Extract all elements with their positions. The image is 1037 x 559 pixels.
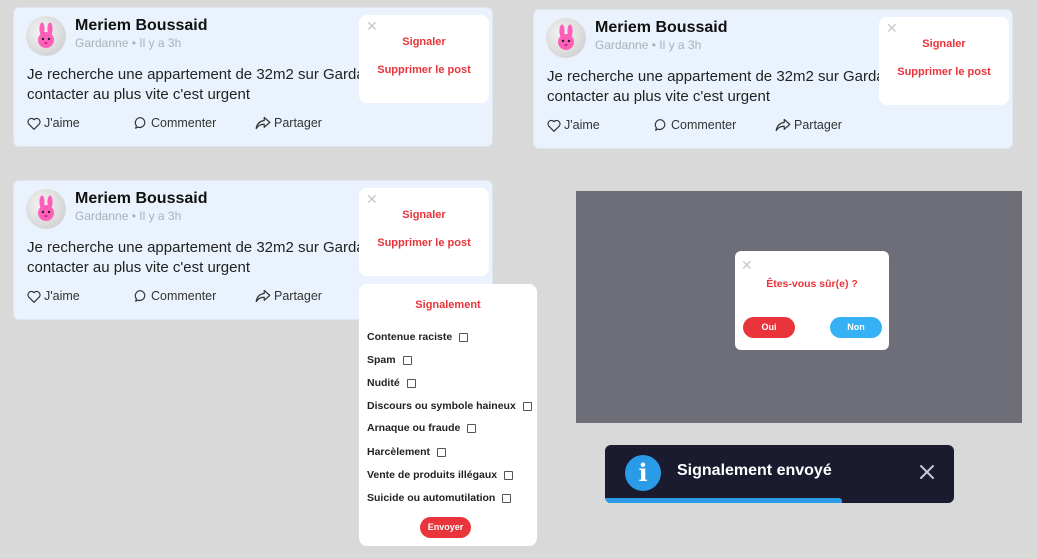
- report-option-scam[interactable]: Arnaque ou fraude: [367, 422, 477, 434]
- report-option-label: Contenue raciste: [367, 331, 453, 343]
- avatar[interactable]: [546, 18, 586, 58]
- post-author[interactable]: Meriem Boussaid: [75, 17, 207, 35]
- report-option[interactable]: Signaler: [879, 38, 1009, 50]
- report-option-illegal-sales[interactable]: Vente de produits illégaux: [367, 469, 514, 481]
- delete-post-option[interactable]: Supprimer le post: [359, 64, 489, 76]
- report-checkbox[interactable]: [437, 447, 447, 457]
- close-icon[interactable]: [918, 463, 936, 481]
- avatar-bunny-icon: [38, 195, 54, 221]
- avatar[interactable]: [26, 189, 66, 229]
- modal-overlay[interactable]: ✕ Êtes-vous sûr(e) ? Oui Non: [576, 191, 1022, 423]
- report-panel-title: Signalement: [415, 299, 481, 311]
- delete-post-option[interactable]: Supprimer le post: [879, 66, 1009, 78]
- toast-progress-bar: [605, 498, 843, 503]
- heart-icon: [27, 117, 41, 130]
- like-label: J'aime: [44, 116, 80, 130]
- post-menu: ✕ Signaler Supprimer le post: [359, 188, 489, 276]
- like-button[interactable]: J'aime: [27, 289, 80, 303]
- report-checkbox[interactable]: [467, 423, 477, 433]
- report-checkbox[interactable]: [522, 401, 532, 411]
- share-icon: [255, 289, 271, 303]
- share-label: Partager: [274, 116, 322, 130]
- avatar-bunny-icon: [558, 24, 574, 50]
- report-checkbox[interactable]: [502, 493, 512, 503]
- report-option-harassment[interactable]: Harcèlement: [367, 446, 447, 458]
- comment-button[interactable]: Commenter: [134, 116, 216, 130]
- share-button[interactable]: Partager: [775, 118, 842, 132]
- post-author[interactable]: Meriem Boussaid: [595, 19, 727, 37]
- report-option-nudity[interactable]: Nudité: [367, 377, 416, 389]
- comment-label: Commenter: [151, 116, 217, 130]
- avatar-bunny-icon: [38, 22, 54, 48]
- share-button[interactable]: Partager: [255, 116, 322, 130]
- post-meta: Gardanne • Il y a 3h: [75, 36, 182, 50]
- send-report-button[interactable]: Envoyer: [420, 517, 471, 538]
- report-checkbox[interactable]: [406, 378, 416, 388]
- report-checkbox[interactable]: [402, 355, 412, 365]
- heart-icon: [27, 290, 41, 303]
- share-label: Partager: [794, 118, 842, 132]
- close-icon[interactable]: ✕: [366, 192, 378, 206]
- comment-icon: [654, 119, 666, 131]
- report-option-label: Harcèlement: [367, 446, 431, 458]
- avatar[interactable]: [26, 16, 66, 56]
- close-icon[interactable]: ✕: [886, 21, 898, 35]
- confirm-question: Êtes-vous sûr(e) ?: [766, 278, 858, 290]
- toast-message: Signalement envoyé: [677, 462, 832, 479]
- share-icon: [775, 118, 791, 132]
- report-option-racist[interactable]: Contenue raciste: [367, 331, 469, 343]
- post-menu: ✕ Signaler Supprimer le post: [879, 17, 1009, 105]
- report-checkbox[interactable]: [504, 470, 514, 480]
- report-option-label: Suicide ou automutilation: [367, 492, 496, 504]
- comment-button[interactable]: Commenter: [134, 289, 216, 303]
- post-menu: ✕ Signaler Supprimer le post: [359, 15, 489, 103]
- delete-post-option[interactable]: Supprimer le post: [359, 237, 489, 249]
- like-label: J'aime: [564, 118, 600, 132]
- confirm-dialog: ✕ Êtes-vous sûr(e) ? Oui Non: [735, 251, 889, 350]
- heart-icon: [547, 119, 561, 132]
- post-content-line: Je recherche une appartement de 32m2 sur…: [547, 68, 882, 85]
- report-option-label: Nudité: [367, 377, 400, 389]
- post-content-line: contacter au plus vite c'est urgent: [27, 86, 250, 103]
- report-panel: Signalement Contenue raciste Spam Nudité…: [359, 284, 537, 546]
- share-icon: [255, 116, 271, 130]
- share-label: Partager: [274, 289, 322, 303]
- share-button[interactable]: Partager: [255, 289, 322, 303]
- report-option-label: Arnaque ou fraude: [367, 422, 461, 434]
- comment-label: Commenter: [151, 289, 217, 303]
- post-content: Je recherche une appartement de 32m2 sur…: [27, 65, 362, 105]
- comment-icon: [134, 290, 146, 302]
- like-button[interactable]: J'aime: [27, 116, 80, 130]
- report-option-self-harm[interactable]: Suicide ou automutilation: [367, 492, 512, 504]
- info-icon: i: [625, 455, 661, 491]
- toast-notification: i Signalement envoyé: [605, 445, 954, 503]
- post-content-line: Je recherche une appartement de 32m2 sur…: [27, 66, 362, 83]
- report-option[interactable]: Signaler: [359, 209, 489, 221]
- post-meta: Gardanne • Il y a 3h: [75, 209, 182, 223]
- comment-button[interactable]: Commenter: [654, 118, 736, 132]
- confirm-no-button[interactable]: Non: [830, 317, 882, 338]
- post-content-line: contacter au plus vite c'est urgent: [27, 259, 250, 276]
- like-label: J'aime: [44, 289, 80, 303]
- post-author[interactable]: Meriem Boussaid: [75, 190, 207, 208]
- report-checkbox[interactable]: [459, 332, 469, 342]
- like-button[interactable]: J'aime: [547, 118, 600, 132]
- comment-icon: [134, 117, 146, 129]
- close-icon[interactable]: ✕: [741, 258, 753, 272]
- post-content-line: Je recherche une appartement de 32m2 sur…: [27, 239, 362, 256]
- post-content-line: contacter au plus vite c'est urgent: [547, 88, 770, 105]
- report-option-label: Vente de produits illégaux: [367, 469, 498, 481]
- report-option-spam[interactable]: Spam: [367, 354, 412, 366]
- post-content: Je recherche une appartement de 32m2 sur…: [27, 238, 362, 278]
- post-content: Je recherche une appartement de 32m2 sur…: [547, 67, 882, 107]
- report-option[interactable]: Signaler: [359, 36, 489, 48]
- report-option-hate[interactable]: Discours ou symbole haineux: [367, 400, 532, 412]
- confirm-yes-button[interactable]: Oui: [743, 317, 795, 338]
- report-option-label: Spam: [367, 354, 396, 366]
- comment-label: Commenter: [671, 118, 737, 132]
- post-meta: Gardanne • Il y a 3h: [595, 38, 702, 52]
- report-option-label: Discours ou symbole haineux: [367, 400, 516, 412]
- close-icon[interactable]: ✕: [366, 19, 378, 33]
